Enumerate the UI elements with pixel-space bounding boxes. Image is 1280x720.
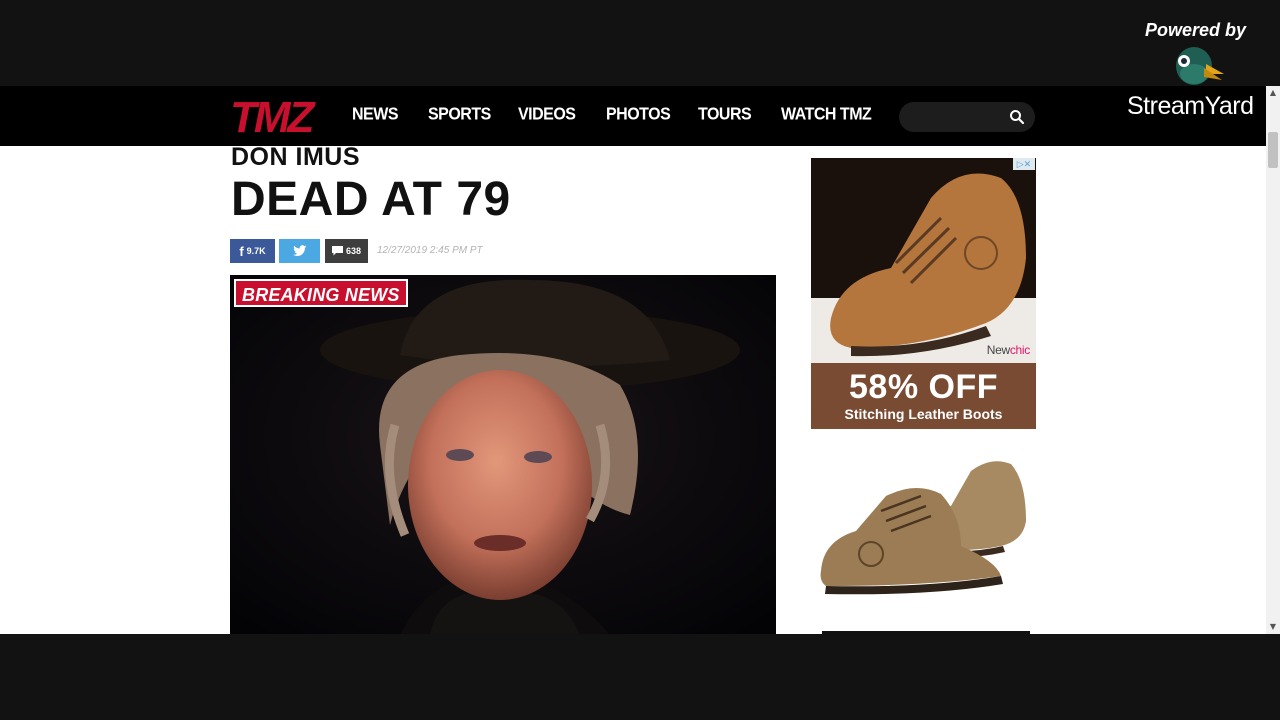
scroll-down-icon[interactable]: ▼ bbox=[1266, 620, 1280, 634]
video-frame-top bbox=[0, 0, 1280, 86]
browser-viewport: TMZ NEWS SPORTS VIDEOS PHOTOS TOURS WATC… bbox=[0, 86, 1266, 634]
vertical-scrollbar[interactable]: ▲ ▼ bbox=[1266, 86, 1280, 634]
boot-product-image bbox=[811, 158, 1036, 363]
facebook-icon: f bbox=[239, 243, 244, 259]
breaking-news-badge: BREAKING NEWS bbox=[234, 279, 408, 307]
nav-tours[interactable]: TOURS bbox=[698, 105, 752, 124]
article-kicker: DON IMUS bbox=[231, 143, 360, 171]
ad-brand-suffix: chic bbox=[1009, 343, 1030, 357]
streamyard-wordmark: StreamYard bbox=[1127, 92, 1254, 120]
advertisement-boots-pair[interactable] bbox=[811, 436, 1036, 606]
comments-button[interactable]: 638 bbox=[325, 239, 368, 263]
scrollbar-thumb[interactable] bbox=[1268, 132, 1278, 168]
scroll-up-icon[interactable]: ▲ bbox=[1266, 86, 1280, 100]
video-frame-bottom bbox=[0, 634, 1280, 720]
twitter-share-button[interactable] bbox=[279, 239, 320, 263]
facebook-share-count: 9.7K bbox=[246, 246, 266, 256]
article-headline: DEAD AT 79 bbox=[231, 173, 511, 226]
facebook-share-button[interactable]: f 9.7K bbox=[230, 239, 275, 263]
ad-product-text: Stitching Leather Boots bbox=[844, 406, 1003, 422]
streamyard-duck-icon bbox=[1176, 47, 1224, 85]
powered-by-label: Powered by bbox=[1145, 20, 1247, 40]
ad-brand: Newchic bbox=[986, 343, 1031, 357]
nav-news[interactable]: NEWS bbox=[352, 105, 399, 124]
ad-offer-text: 58% OFF bbox=[849, 368, 998, 406]
nav-photos[interactable]: PHOTOS bbox=[606, 105, 671, 124]
comments-count: 638 bbox=[345, 246, 362, 256]
comment-icon bbox=[331, 246, 343, 256]
site-navbar: TMZ NEWS SPORTS VIDEOS PHOTOS TOURS WATC… bbox=[0, 86, 1266, 146]
ad-offer-band: 58% OFF Stitching Leather Boots bbox=[811, 363, 1036, 429]
twitter-icon bbox=[292, 245, 306, 256]
search-input[interactable] bbox=[899, 102, 1035, 132]
nav-sports[interactable]: SPORTS bbox=[428, 105, 491, 124]
nav-watch-tmz[interactable]: WATCH TMZ bbox=[781, 105, 872, 124]
tmz-logo-text: TMZ bbox=[230, 95, 317, 137]
hero-photo[interactable]: BREAKING NEWS bbox=[230, 275, 776, 634]
adchoices-icon[interactable]: ▷✕ bbox=[1013, 158, 1035, 170]
tmz-logo[interactable]: TMZ bbox=[230, 95, 324, 137]
ad-brand-prefix: New bbox=[986, 343, 1010, 357]
boots-pair-image bbox=[820, 461, 1026, 595]
portrait-image bbox=[230, 275, 776, 634]
nav-videos[interactable]: VIDEOS bbox=[518, 105, 576, 124]
advertisement-boots-offer[interactable]: ▷✕ Newchic 58% OFF Stitching Leather Boo… bbox=[811, 158, 1036, 429]
search-icon[interactable] bbox=[1009, 109, 1025, 125]
article-timestamp: 12/27/2019 2:45 PM PT bbox=[377, 245, 483, 256]
